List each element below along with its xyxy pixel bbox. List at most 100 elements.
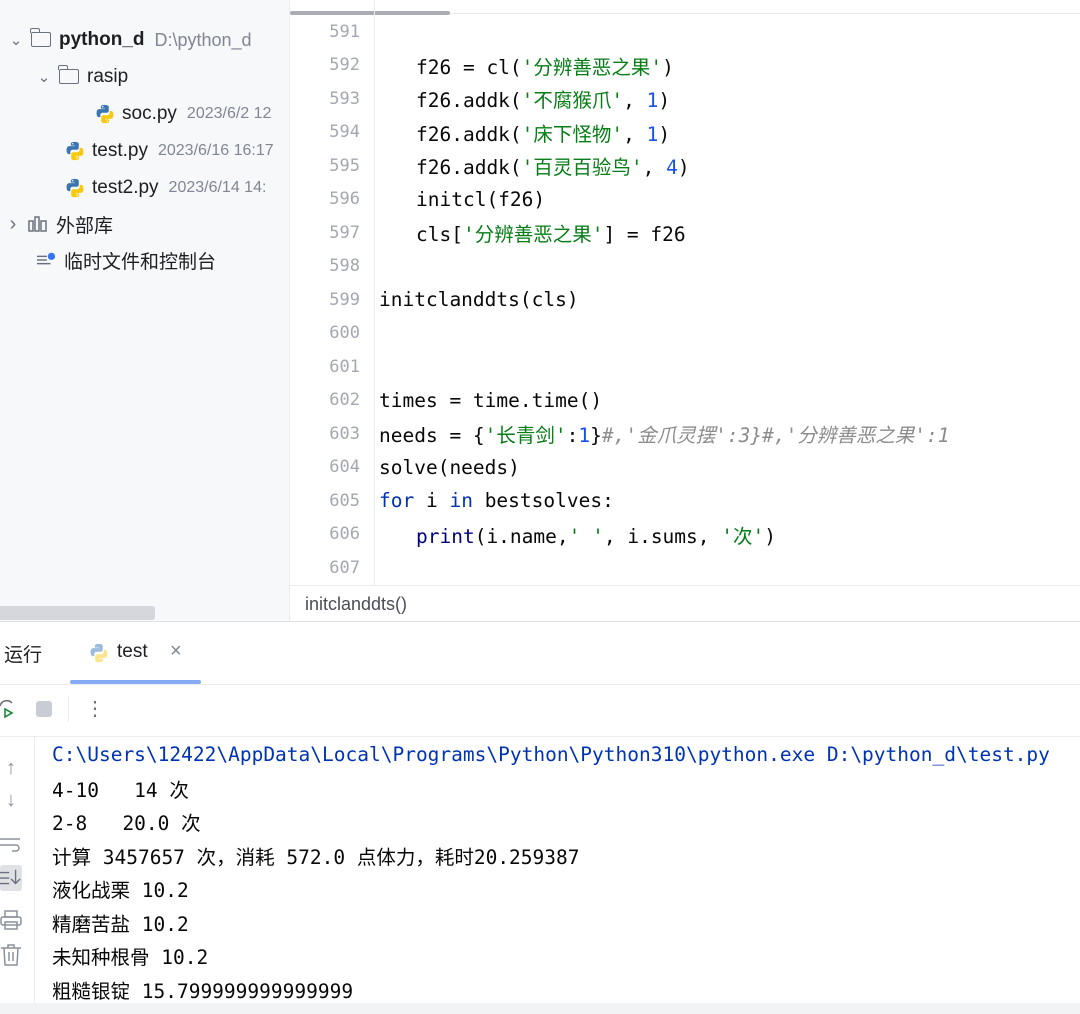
scroll-to-end-icon[interactable] xyxy=(0,865,22,891)
code-text: f26.addk('床下怪物', 1) xyxy=(416,122,671,146)
python-icon xyxy=(90,643,108,663)
more-icon[interactable]: ⋮ xyxy=(84,698,106,720)
run-panel: 运行 test × ⋮ ↑ ↓ C:\Users\12422\AppData\L… xyxy=(0,621,1080,1014)
file-name: soc.py xyxy=(122,103,177,124)
tree-item-external-libs[interactable]: › 外部库 xyxy=(4,206,289,242)
run-label: 运行 xyxy=(4,645,43,666)
divider xyxy=(450,13,1080,14)
console-line: 精磨苦盐 10.2 xyxy=(52,912,189,936)
file-meta: 2023/6/16 16:17 xyxy=(157,142,274,159)
line-number: 591 xyxy=(329,21,360,42)
code-text: needs = {'长青剑':1}#,'金爪灵摆':3}#,'分辨善恶之果':1 xyxy=(379,424,950,448)
code-text: solve(needs) xyxy=(379,455,520,479)
code-line: 591 xyxy=(290,15,1080,49)
python-file-icon xyxy=(66,141,84,161)
code-text: f26.addk('百灵百验鸟', 4) xyxy=(416,156,690,180)
line-number: 606 xyxy=(329,524,360,545)
tree-item-scratches[interactable]: 临时文件和控制台 xyxy=(36,242,289,278)
status-strip xyxy=(0,1003,1080,1014)
code-line: 595 f26.addk('百灵百验鸟', 4) xyxy=(290,149,1080,183)
line-number: 607 xyxy=(329,557,360,578)
code-line: 598 xyxy=(290,250,1080,284)
tree-item-test-py[interactable]: test.py 2023/6/16 16:17 xyxy=(64,133,289,169)
code-text: for i in bestsolves: xyxy=(379,489,614,513)
console-line: 液化战栗 10.2 xyxy=(52,879,189,903)
code-line: 601 xyxy=(290,350,1080,384)
folder-icon xyxy=(30,27,51,47)
console-line: 未知种根骨 10.2 xyxy=(52,946,209,970)
console-line: 粗糙银锭 15.799999999999999 xyxy=(52,979,354,1003)
code-line: 592 f26 = cl('分辨善恶之果') xyxy=(290,49,1080,83)
toolbar-divider xyxy=(68,696,69,722)
scratches-label: 临时文件和控制台 xyxy=(64,251,217,273)
line-number: 605 xyxy=(329,490,360,511)
chevron-down-icon[interactable]: ⌄ xyxy=(35,68,53,86)
line-number: 599 xyxy=(329,289,360,310)
line-number: 596 xyxy=(329,189,360,210)
python-file-icon xyxy=(96,104,114,124)
project-name: python_d xyxy=(59,29,145,50)
project-path: D:\python_d xyxy=(154,29,252,50)
code-line: 603 needs = {'长青剑':1}#,'金爪灵摆':3}#,'分辨善恶之… xyxy=(290,417,1080,451)
code-line: 600 xyxy=(290,317,1080,351)
chevron-right-icon[interactable]: › xyxy=(4,213,22,236)
code-line: 602 times = time.time() xyxy=(290,384,1080,418)
line-number: 601 xyxy=(329,356,360,377)
chevron-down-icon[interactable]: ⌄ xyxy=(7,31,25,49)
code-line: 597 cls['分辨善恶之果'] = f26 xyxy=(290,216,1080,250)
line-number: 603 xyxy=(329,423,360,444)
code-text: f26.addk('不腐猴爪', 1) xyxy=(416,89,671,113)
code-line: 605 for i in bestsolves: xyxy=(290,484,1080,518)
code-line: 604 solve(needs) xyxy=(290,451,1080,485)
tab-label: test xyxy=(117,641,148,662)
scratch-console-icon xyxy=(36,252,56,265)
console-line: 4-10 14 次 xyxy=(52,778,189,802)
line-number: 602 xyxy=(329,390,360,411)
close-icon[interactable]: × xyxy=(170,640,182,663)
line-number: 594 xyxy=(329,122,360,143)
python-file-icon xyxy=(66,178,84,198)
print-icon[interactable] xyxy=(0,909,22,931)
folder-icon xyxy=(58,64,79,84)
line-number: 600 xyxy=(329,323,360,344)
project-tree: ⌄ python_d D:\python_d ⌄ rasip soc.py 20… xyxy=(0,0,289,621)
breadcrumb-item[interactable]: initclanddts() xyxy=(305,594,407,615)
down-arrow-icon[interactable]: ↓ xyxy=(0,789,22,812)
code-line: 593 f26.addk('不腐猴爪', 1) xyxy=(290,82,1080,116)
code-editor[interactable]: 591 592 f26 = cl('分辨善恶之果') 593 f26.addk(… xyxy=(289,0,1080,585)
console-side-toolbar: ↑ ↓ xyxy=(0,737,35,1014)
library-icon xyxy=(28,216,47,232)
run-header: 运行 test × xyxy=(0,622,1080,685)
code-text: initcl(f26) xyxy=(416,187,546,211)
code-text: cls['分辨善恶之果'] = f26 xyxy=(416,223,686,247)
code-text: print(i.name,' ', i.sums, '次') xyxy=(416,524,776,548)
console-line: 计算 3457657 次，消耗 572.0 点体力，耗时20.259387 xyxy=(52,845,580,869)
console-output[interactable]: C:\Users\12422\AppData\Local\Programs\Py… xyxy=(52,737,1080,1014)
line-number: 593 xyxy=(329,88,360,109)
run-toolbar: ⋮ xyxy=(0,684,1080,737)
code-line: 596 initcl(f26) xyxy=(290,183,1080,217)
horizontal-scrollbar[interactable] xyxy=(0,606,155,620)
breadcrumb[interactable]: initclanddts() xyxy=(289,585,1080,622)
code-text: f26 = cl('分辨善恶之果') xyxy=(416,55,674,79)
up-arrow-icon[interactable]: ↑ xyxy=(0,757,22,780)
code-line: 607 xyxy=(290,551,1080,585)
file-meta: 2023/6/14 14: xyxy=(168,179,267,196)
soft-wrap-icon[interactable] xyxy=(0,833,22,855)
tree-item-rasip[interactable]: ⌄ rasip xyxy=(35,59,289,95)
stop-icon[interactable] xyxy=(33,698,55,720)
tree-item-project[interactable]: ⌄ python_d D:\python_d xyxy=(7,22,289,58)
line-number: 595 xyxy=(329,155,360,176)
code-line: 599 initclanddts(cls) xyxy=(290,283,1080,317)
line-number: 592 xyxy=(329,55,360,76)
tree-item-test2-py[interactable]: test2.py 2023/6/14 14: xyxy=(64,170,289,206)
line-number: 598 xyxy=(329,256,360,277)
tree-item-soc-py[interactable]: soc.py 2023/6/2 12 xyxy=(94,96,289,132)
file-name: test.py xyxy=(92,140,148,161)
console-line: 2-8 20.0 次 xyxy=(52,812,201,836)
code-text: times = time.time() xyxy=(379,388,603,412)
tab-test[interactable]: test × xyxy=(70,622,201,684)
code-line: 606 print(i.name,' ', i.sums, '次') xyxy=(290,518,1080,552)
rerun-icon[interactable] xyxy=(0,698,18,720)
trash-icon[interactable] xyxy=(0,943,22,967)
